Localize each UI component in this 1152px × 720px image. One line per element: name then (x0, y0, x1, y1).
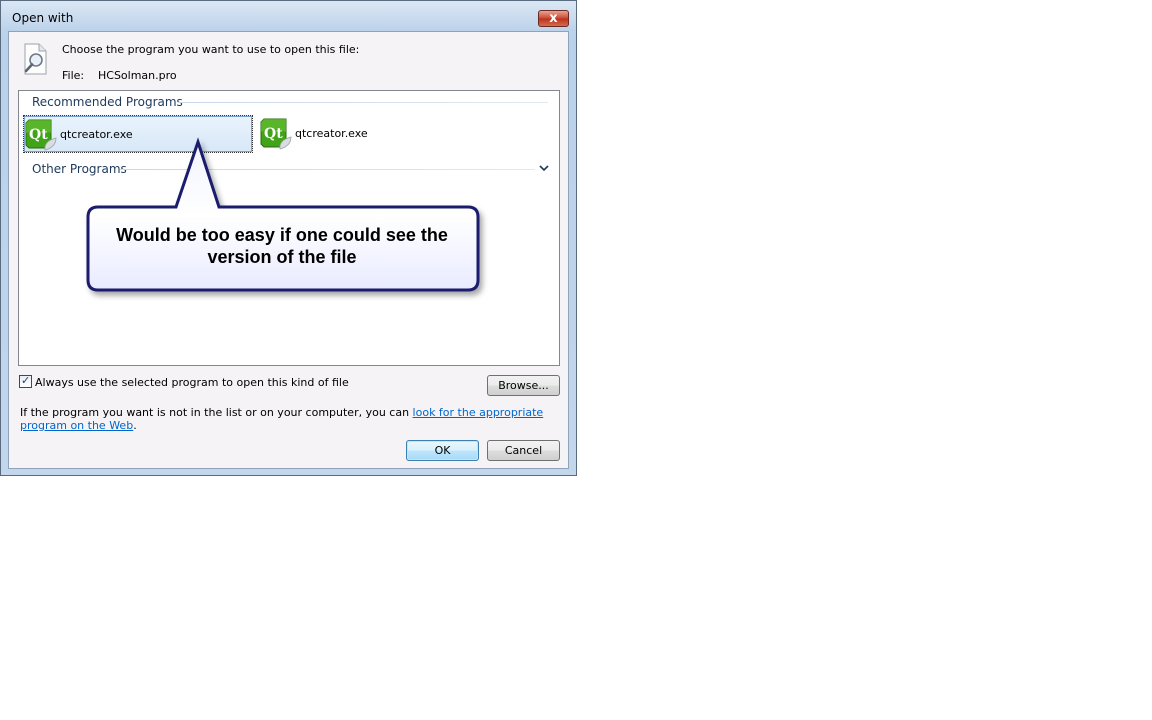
always-use-label[interactable]: Always use the selected program to open … (35, 376, 349, 389)
recommended-programs-header: Recommended Programs (32, 95, 183, 109)
file-name: HCSolman.pro (98, 69, 177, 82)
callout-line-1: Would be too easy if one could see the (116, 225, 448, 245)
qt-icon: Qt (260, 118, 292, 150)
program-label: qtcreator.exe (295, 127, 368, 140)
file-label: File: (62, 69, 85, 82)
qt-icon: Qt (25, 119, 57, 151)
other-programs-header: Other Programs (32, 162, 127, 176)
info-prefix: If the program you want is not in the li… (20, 406, 413, 419)
title-bar[interactable]: Open with x (1, 1, 576, 31)
close-button[interactable]: x (538, 10, 569, 27)
close-icon: x (549, 11, 558, 26)
group-divider (120, 169, 535, 170)
svg-text:Qt: Qt (264, 126, 283, 142)
browse-button[interactable]: Browse... (487, 375, 560, 396)
ok-button[interactable]: OK (406, 440, 479, 461)
program-item-qtcreator-2[interactable]: Qt qtcreator.exe (259, 115, 419, 153)
group-divider (178, 102, 548, 103)
file-search-icon (24, 43, 47, 75)
window-title: Open with (12, 11, 74, 25)
always-use-checkbox[interactable]: ✓ (19, 374, 32, 388)
info-text: If the program you want is not in the li… (20, 406, 560, 432)
callout-text: Would be too easy if one could see the v… (90, 224, 474, 268)
checkmark-icon: ✓ (21, 374, 31, 387)
info-suffix: . (133, 419, 137, 432)
callout-line-2: version of the file (207, 247, 357, 267)
cancel-button[interactable]: Cancel (487, 440, 560, 461)
program-item-qtcreator-1[interactable]: Qt qtcreator.exe (23, 115, 253, 153)
prompt-text: Choose the program you want to use to op… (62, 43, 360, 56)
program-label: qtcreator.exe (60, 128, 133, 141)
svg-text:Qt: Qt (29, 127, 48, 143)
chevron-down-icon[interactable] (539, 164, 549, 172)
